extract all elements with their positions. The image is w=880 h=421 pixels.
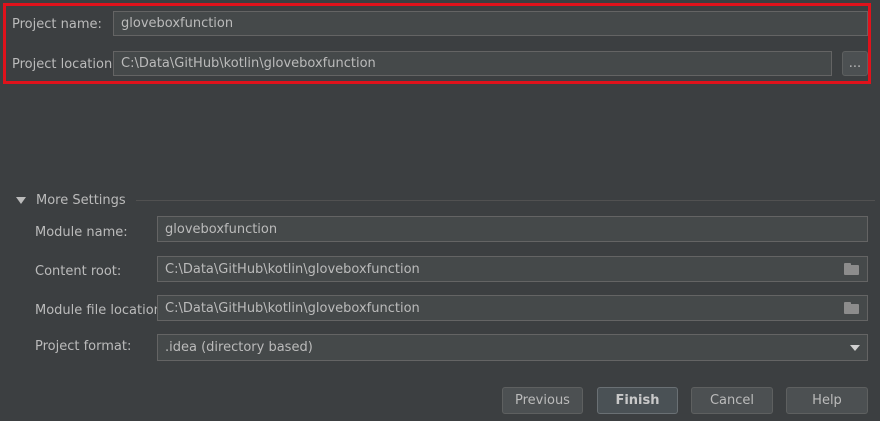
project-name-value: gloveboxfunction xyxy=(121,16,234,31)
folder-icon[interactable] xyxy=(844,302,860,314)
module-name-value: gloveboxfunction xyxy=(165,221,278,237)
project-format-value: .idea (directory based) xyxy=(165,340,313,355)
module-file-location-value: C:\Data\GitHub\kotlin\gloveboxfunction xyxy=(165,300,420,316)
folder-icon[interactable] xyxy=(844,263,860,275)
project-location-field[interactable]: C:\Data\GitHub\kotlin\gloveboxfunction xyxy=(113,51,832,76)
finish-button[interactable]: Finish xyxy=(597,387,678,414)
content-root-field[interactable]: C:\Data\GitHub\kotlin\gloveboxfunction xyxy=(157,256,868,282)
project-location-value: C:\Data\GitHub\kotlin\gloveboxfunction xyxy=(121,56,376,71)
previous-button[interactable]: Previous xyxy=(502,387,583,414)
more-settings-header[interactable]: More Settings xyxy=(15,192,875,208)
new-project-dialog: Project name: gloveboxfunction Project l… xyxy=(0,0,880,421)
project-name-label: Project name: xyxy=(12,17,102,32)
module-file-location-field[interactable]: C:\Data\GitHub\kotlin\gloveboxfunction xyxy=(157,295,868,321)
module-name-field[interactable]: gloveboxfunction xyxy=(157,216,868,242)
project-location-label: Project location: xyxy=(12,57,117,72)
help-button[interactable]: Help xyxy=(786,387,868,414)
content-root-value: C:\Data\GitHub\kotlin\gloveboxfunction xyxy=(165,261,420,277)
content-root-label: Content root: xyxy=(35,264,122,279)
section-divider xyxy=(135,199,875,201)
project-name-field[interactable]: gloveboxfunction xyxy=(113,11,868,36)
module-file-location-label: Module file location: xyxy=(35,303,167,318)
project-format-select[interactable]: .idea (directory based) xyxy=(157,334,868,361)
dropdown-arrow-icon xyxy=(850,344,860,351)
project-format-label: Project format: xyxy=(35,339,132,354)
cancel-button[interactable]: Cancel xyxy=(691,387,773,414)
expand-triangle-icon[interactable] xyxy=(16,196,26,204)
module-name-label: Module name: xyxy=(35,225,128,240)
more-settings-title: More Settings xyxy=(36,192,126,208)
browse-location-button[interactable]: ... xyxy=(842,51,868,76)
